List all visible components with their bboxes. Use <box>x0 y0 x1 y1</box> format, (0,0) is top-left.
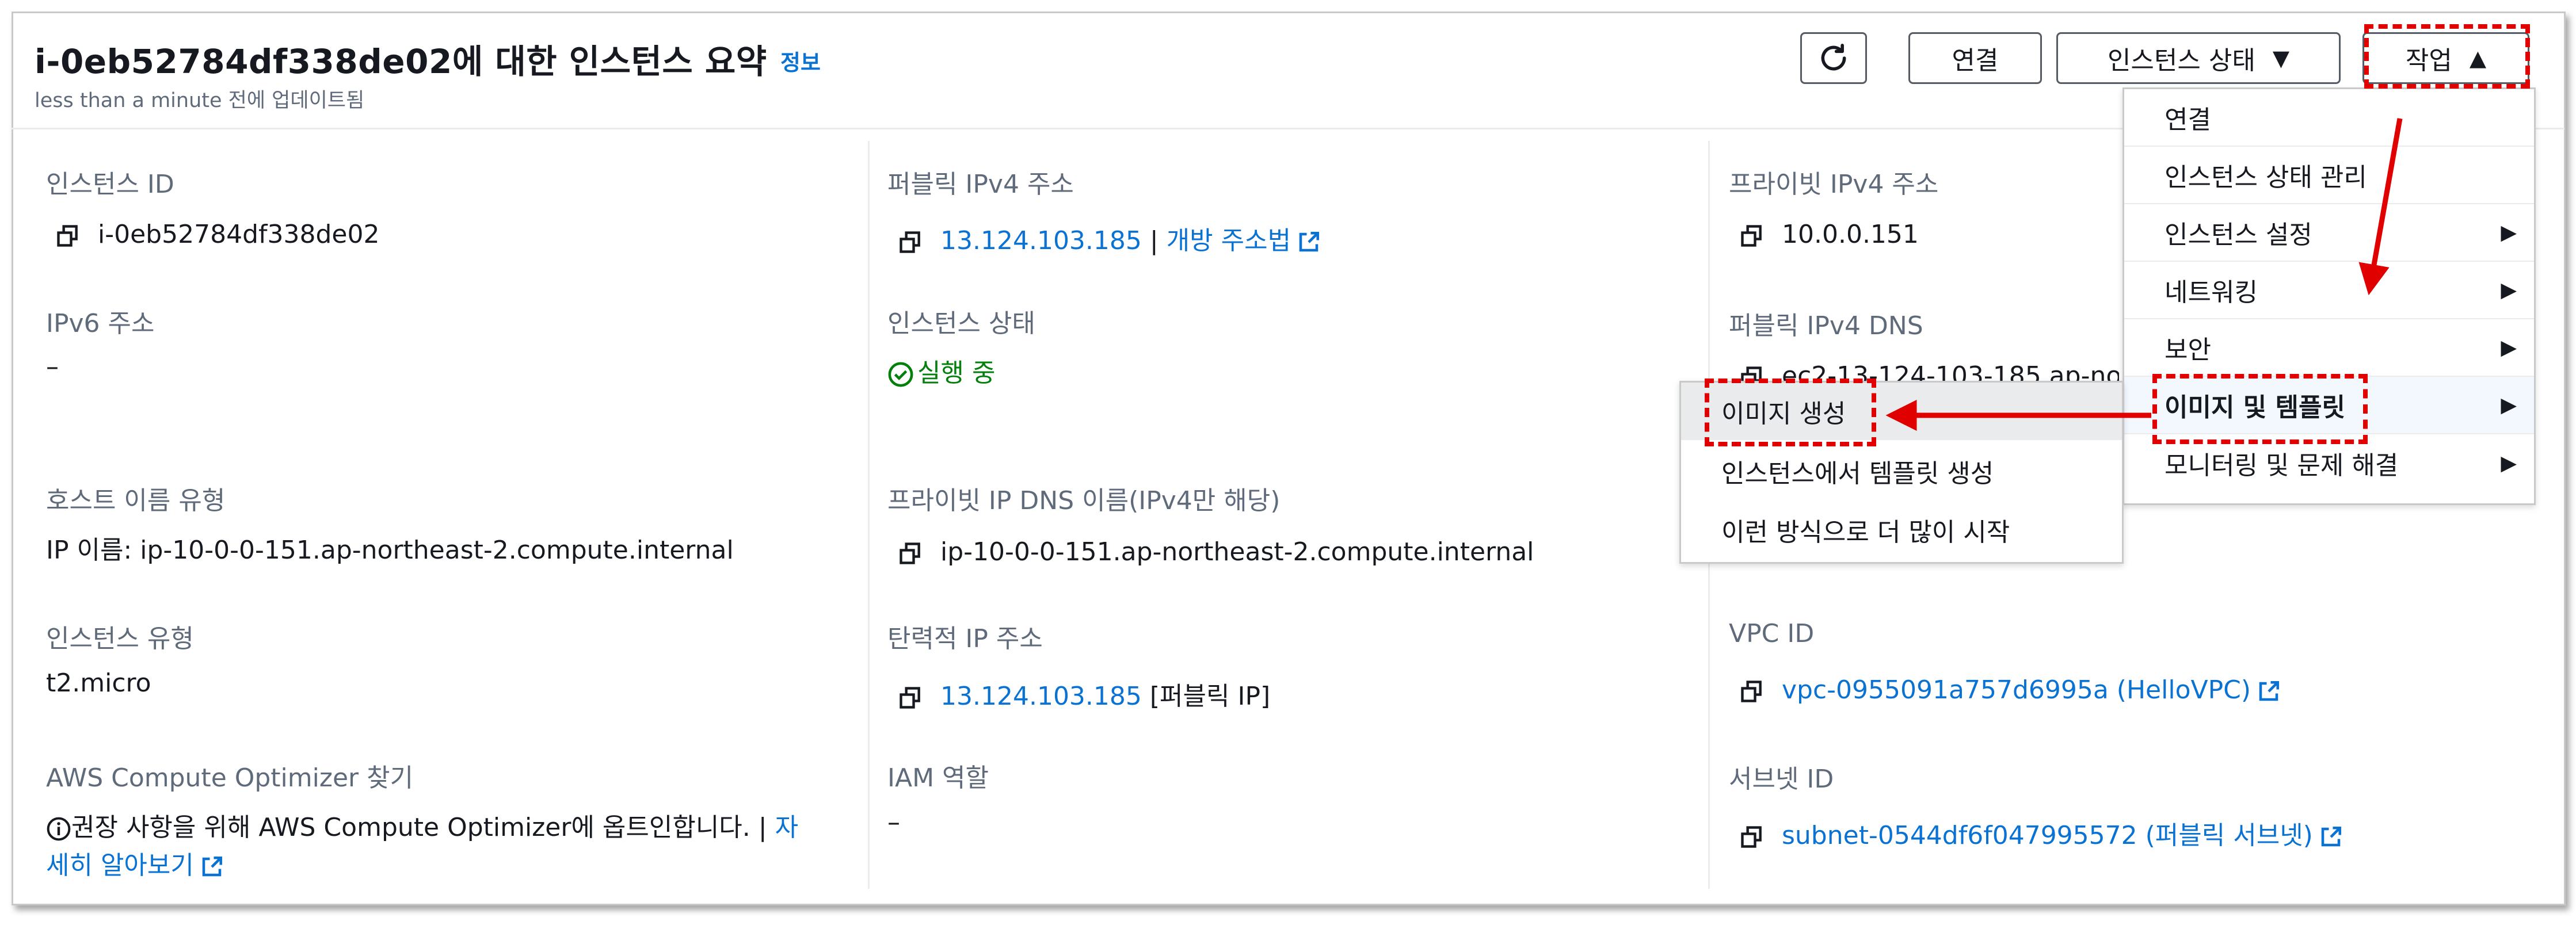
annotation-arrow-down <box>2358 118 2403 296</box>
annotation-arrows <box>1885 118 2403 431</box>
